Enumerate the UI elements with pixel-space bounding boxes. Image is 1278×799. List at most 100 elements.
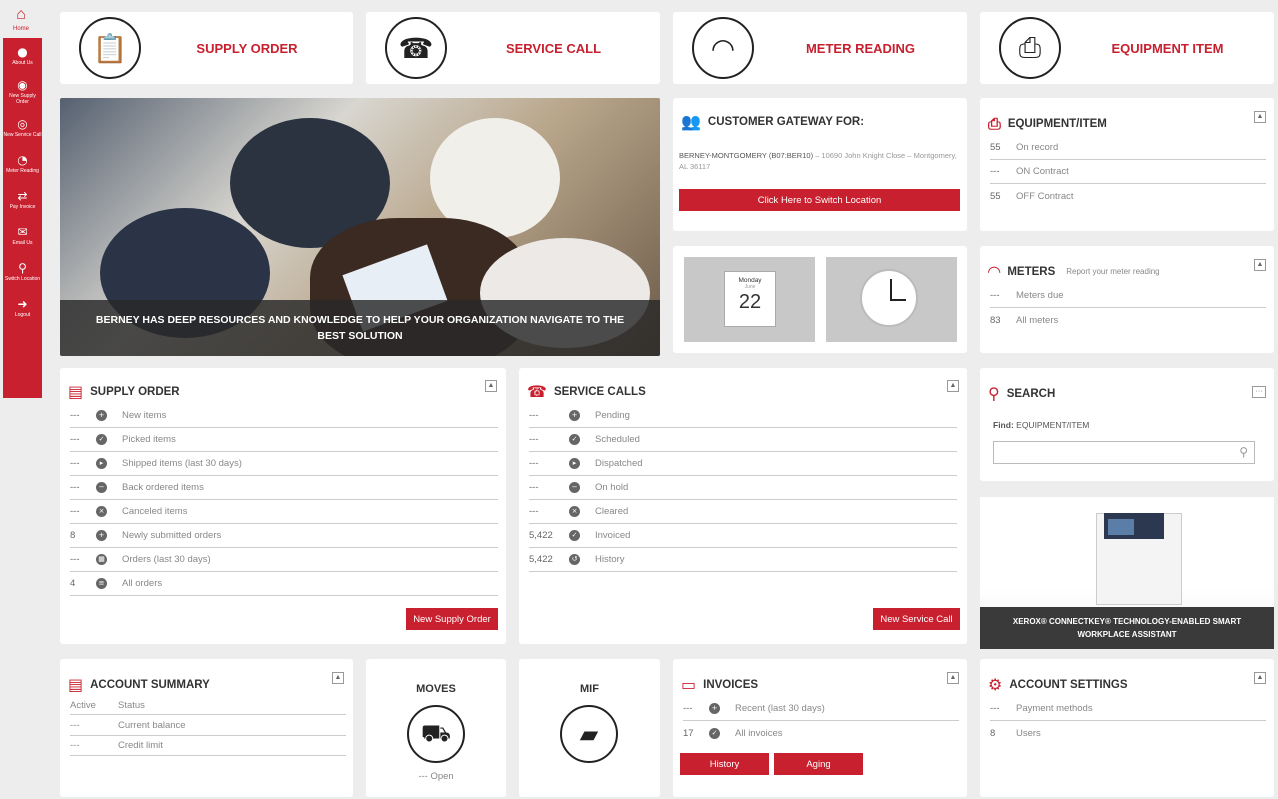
search-title: SEARCH [1006, 387, 1056, 400]
sidebar-item-about-us[interactable]: ● About Us [3, 38, 42, 74]
search-icon: ⚲ [988, 384, 1000, 403]
calendar-widget: Monday June 22 [684, 257, 815, 342]
list-item[interactable]: --- × Cleared [529, 500, 957, 524]
collapse-button[interactable]: ▲ [947, 672, 959, 684]
search-icon[interactable]: ⚲ [1239, 445, 1248, 459]
meters-title: METERS [1007, 265, 1056, 278]
gauge-icon: ◠ [692, 17, 754, 79]
supply-order-action[interactable]: 📋 SUPPLY ORDER [60, 12, 353, 84]
clock-icon: + [709, 703, 720, 714]
invoices-title: INVOICES [703, 678, 759, 691]
sidebar-item-new-supply-order[interactable]: ◉ New Supply Order [3, 74, 42, 110]
history-button[interactable]: History [680, 753, 769, 775]
more-options-button[interactable]: ··· [1252, 386, 1266, 398]
search-card: ⚲ SEARCH ··· Find: EQUIPMENT/ITEM ⚲ [980, 368, 1274, 481]
handshake-icon: ⇄ [17, 189, 28, 203]
collapse-button[interactable]: ▲ [947, 380, 959, 392]
customer-gateway-card: 👥 CUSTOMER GATEWAY FOR: BERNEY-MONTGOMER… [673, 98, 967, 231]
list-item[interactable]: --- + New items [70, 404, 498, 428]
sidebar-item-new-service-call[interactable]: ◎ New Service Call [3, 110, 42, 146]
account-settings-card: ⚙ ACCOUNT SETTINGS ▲ --- Payment methods … [980, 659, 1274, 797]
promo-caption: XEROX® CONNECTKEY® TECHNOLOGY-ENABLED SM… [980, 607, 1274, 649]
printer-icon: ⎙ [988, 114, 1001, 133]
minus-icon: − [96, 482, 107, 493]
table-row: --- Credit limit [70, 736, 346, 756]
list-item[interactable]: --- − On hold [529, 476, 957, 500]
invoices-card: ▭ INVOICES ▲ --- + Recent (last 30 days) 1… [673, 659, 967, 797]
list-item[interactable]: 83 All meters [990, 308, 1266, 332]
list-item[interactable]: --- ▦ Orders (last 30 days) [70, 548, 498, 572]
aging-button[interactable]: Aging [774, 753, 863, 775]
list-item[interactable]: --- − Back ordered items [70, 476, 498, 500]
meters-subtitle[interactable]: Report your meter reading [1066, 267, 1159, 276]
headset-icon: ☎ [385, 17, 447, 79]
list-item[interactable]: --- ✓ Picked items [70, 428, 498, 452]
promo-banner[interactable]: XEROX® CONNECTKEY® TECHNOLOGY-ENABLED SM… [980, 497, 1274, 649]
search-input[interactable]: ⚲ [993, 441, 1255, 464]
list-item[interactable]: --- Meters due [990, 284, 1266, 308]
switch-location-button[interactable]: Click Here to Switch Location [679, 189, 960, 211]
list-item[interactable]: --- + Recent (last 30 days) [683, 697, 959, 721]
list-item[interactable]: 17 ✓ All invoices [683, 721, 959, 745]
collapse-button[interactable]: ▲ [1254, 672, 1266, 684]
sidebar-item-meter-reading[interactable]: ◔ Meter Reading [3, 146, 42, 182]
sidebar-item-switch-location[interactable]: ⚲ Switch Location [3, 254, 42, 290]
sidebar-item-home[interactable]: ⌂ Home [0, 0, 42, 38]
new-supply-order-button[interactable]: New Supply Order [406, 608, 498, 630]
list-item[interactable]: --- ✓ Scheduled [529, 428, 957, 452]
sidebar-item-logout[interactable]: ➜ Logout [3, 290, 42, 326]
list-item[interactable]: 5,422 ✓ Invoiced [529, 524, 957, 548]
collapse-button[interactable]: ▲ [332, 672, 344, 684]
list-item[interactable]: --- ON Contract [990, 160, 1266, 184]
collapse-button[interactable]: ▲ [1254, 111, 1266, 123]
account-settings-title: ACCOUNT SETTINGS [1009, 678, 1128, 691]
sidebar-item-pay-invoice[interactable]: ⇄ Pay Invoice [3, 182, 42, 218]
invoice-icon: ▭ [681, 675, 697, 694]
folder-icon: ▰ [560, 705, 618, 763]
list-item[interactable]: --- ▸ Dispatched [529, 452, 957, 476]
meters-card: ◠ METERS Report your meter reading ▲ ---… [980, 246, 1274, 353]
new-service-call-button[interactable]: New Service Call [873, 608, 960, 630]
logout-icon: ➜ [17, 297, 28, 311]
list-item[interactable]: --- ▸ Shipped items (last 30 days) [70, 452, 498, 476]
collapse-button[interactable]: ▲ [1254, 259, 1266, 271]
minus-icon: − [569, 482, 580, 493]
collapse-button[interactable]: ▲ [485, 380, 497, 392]
x-icon: × [96, 506, 107, 517]
list-item[interactable]: --- Payment methods [990, 697, 1266, 721]
service-icon: ◎ [17, 117, 28, 131]
list-item[interactable]: 8 Users [990, 721, 1266, 745]
sidebar-item-email-us[interactable]: ✉ Email Us [3, 218, 42, 254]
meter-reading-action[interactable]: ◠ METER READING [673, 12, 967, 84]
printer-icon: ⎙ [999, 17, 1061, 79]
order-icon: ◉ [17, 78, 28, 92]
gauge-icon: ◔ [17, 153, 28, 167]
service-calls-title: SERVICE CALLS [553, 385, 646, 398]
gears-icon: ⚙ [988, 675, 1003, 694]
equipment-item-action[interactable]: ⎙ EQUIPMENT ITEM [980, 12, 1274, 84]
supply-order-title: SUPPLY ORDER [90, 385, 180, 398]
list-item[interactable]: --- + Pending [529, 404, 957, 428]
list-item[interactable]: 4 ≡ All orders [70, 572, 498, 596]
list-item[interactable]: 8 + Newly submitted orders [70, 524, 498, 548]
user-icon: ● [17, 45, 28, 59]
service-call-action[interactable]: ☎ SERVICE CALL [366, 12, 660, 84]
mif-card[interactable]: MIF ▰ [519, 659, 660, 797]
check-icon: ✓ [569, 530, 580, 541]
sidebar-menu: ● About Us ◉ New Supply Order ◎ New Service… [3, 38, 42, 398]
calendar-icon: ▦ [96, 554, 107, 565]
table-row: --- Current balance [70, 716, 346, 736]
gauge-icon: ◠ [988, 262, 1001, 281]
table-header: Active Status [70, 697, 346, 715]
moves-card[interactable]: MOVES ⛟ --- Open [366, 659, 506, 797]
plus-icon: + [569, 410, 580, 421]
list-item[interactable]: 55 On record [990, 136, 1266, 160]
plus-icon: + [96, 530, 107, 541]
envelope-icon: ✉ [17, 225, 28, 239]
list-item[interactable]: 5,422 ↺ History [529, 548, 957, 572]
document-icon: ▤ [68, 675, 84, 694]
list-item[interactable]: --- × Canceled items [70, 500, 498, 524]
list-item[interactable]: 55 OFF Contract [990, 184, 1266, 208]
equipment-title: EQUIPMENT/ITEM [1007, 118, 1107, 130]
moves-title: MOVES [416, 683, 456, 695]
